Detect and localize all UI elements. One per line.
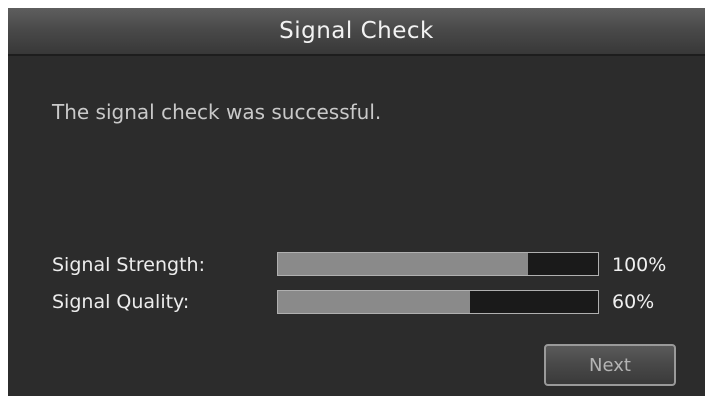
- signal-quality-value: 60%: [612, 291, 655, 313]
- signal-quality-fill: [278, 291, 470, 313]
- signal-strength-value: 100%: [612, 254, 667, 276]
- title-bar: Signal Check: [8, 8, 705, 56]
- signal-quality-label: Signal Quality:: [52, 291, 190, 313]
- signal-strength-label: Signal Strength:: [52, 254, 205, 276]
- next-button[interactable]: Next: [544, 344, 676, 386]
- signal-check-dialog: Signal Check The signal check was succes…: [8, 8, 705, 396]
- signal-strength-fill: [278, 253, 528, 275]
- signal-strength-meter: [277, 252, 599, 276]
- signal-quality-meter: [277, 290, 599, 314]
- status-message: The signal check was successful.: [52, 100, 382, 124]
- dialog-title: Signal Check: [279, 18, 434, 44]
